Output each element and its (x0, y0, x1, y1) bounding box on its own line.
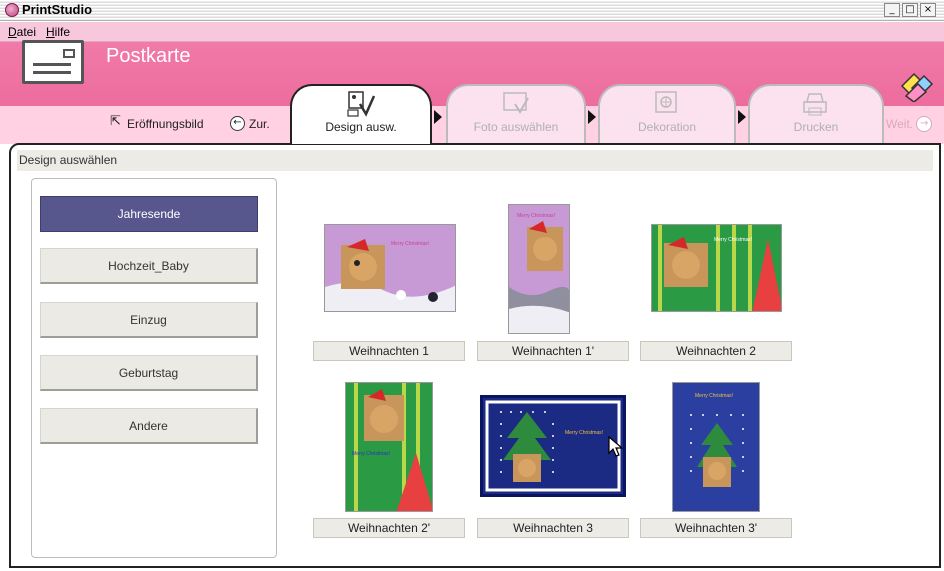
menu-bar: Datei Hilfe (0, 22, 944, 42)
svg-text:Merry Christmas!: Merry Christmas! (714, 237, 752, 243)
step-arrow-icon (588, 110, 596, 124)
design-caption[interactable]: Weihnachten 2' (313, 518, 465, 538)
home-up-icon: ⇱ (110, 114, 121, 129)
category-einzug[interactable]: Einzug (40, 302, 258, 338)
next-label: Weit. (886, 117, 914, 131)
menu-datei-rest: atei (16, 25, 37, 39)
menu-hilfe-rest: ilfe (54, 25, 71, 39)
design-thumb-weihnachten-3[interactable]: Merry Christmas! (480, 395, 626, 497)
close-button[interactable]: × (920, 3, 936, 17)
svg-text:Merry Christmas!: Merry Christmas! (517, 213, 555, 219)
design-thumb-weihnachten-3-prime[interactable]: Merry Christmas! (672, 382, 760, 512)
design-caption[interactable]: Weihnachten 3 (477, 518, 629, 538)
design-icon (346, 90, 376, 117)
postcard-icon (22, 40, 84, 84)
svg-text:Merry Christmas!: Merry Christmas! (352, 451, 390, 457)
menu-datei-mnemonic: D (8, 25, 17, 39)
design-preview-image: Merry Christmas! (483, 398, 623, 494)
tab-photo[interactable]: Foto auswählen (446, 84, 586, 144)
printer-icon (801, 90, 831, 116)
back-label: Zur. (249, 116, 270, 131)
design-thumb-weihnachten-1-prime[interactable]: Merry Christmas! (508, 204, 570, 334)
category-andere[interactable]: Andere (40, 408, 258, 444)
category-hochzeit-baby[interactable]: Hochzeit_Baby (40, 248, 258, 284)
back-link[interactable]: ← Zur. (230, 116, 270, 131)
decoration-icon (652, 90, 682, 116)
design-caption[interactable]: Weihnachten 1' (477, 341, 629, 361)
design-preview-image: Merry Christmas! (509, 205, 569, 333)
category-geburtstag[interactable]: Geburtstag (40, 355, 258, 391)
design-preview-image: Merry Christmas! (325, 225, 455, 311)
menu-datei[interactable]: Datei (8, 25, 36, 39)
page-title: Postkarte (106, 45, 191, 67)
tab-design[interactable]: Design ausw. (290, 84, 432, 144)
next-link[interactable]: Weit. → (886, 116, 933, 132)
design-thumb-weihnachten-2-prime[interactable]: Merry Christmas! (345, 382, 433, 512)
design-preview-image: Merry Christmas! (652, 225, 781, 311)
menu-hilfe[interactable]: Hilfe (46, 25, 70, 39)
app-logo-icon (900, 72, 934, 102)
step-arrow-icon (738, 110, 746, 124)
app-icon (5, 3, 19, 17)
menu-hilfe-mnemonic: H (46, 25, 55, 39)
design-caption[interactable]: Weihnachten 1 (313, 341, 465, 361)
opening-screen-link[interactable]: ⇱ Eröffnungsbild (108, 114, 204, 131)
design-thumb-weihnachten-2[interactable]: Merry Christmas! (651, 224, 782, 312)
tab-decoration[interactable]: Dekoration (598, 84, 736, 144)
tab-print-label: Drucken (793, 120, 839, 134)
window-title-bar[interactable]: PrintStudio _ □ × (0, 0, 944, 21)
photo-icon (501, 90, 531, 116)
minimize-button[interactable]: _ (884, 3, 900, 17)
forward-arrow-icon: → (916, 116, 933, 132)
back-arrow-icon: ← (230, 116, 245, 131)
category-jahresende[interactable]: Jahresende (40, 196, 258, 232)
design-caption[interactable]: Weihnachten 2 (640, 341, 792, 361)
tab-print[interactable]: Drucken (748, 84, 884, 144)
design-thumb-weihnachten-1[interactable]: Merry Christmas! (324, 224, 456, 312)
window-title: PrintStudio (22, 2, 93, 17)
svg-text:Merry Christmas!: Merry Christmas! (391, 241, 429, 247)
tab-photo-label: Foto auswählen (473, 120, 559, 134)
design-preview-image: Merry Christmas! (346, 383, 432, 511)
design-caption[interactable]: Weihnachten 3' (640, 518, 792, 538)
tab-design-label: Design ausw. (325, 120, 397, 134)
section-title: Design auswählen (17, 150, 933, 171)
svg-text:Merry Christmas!: Merry Christmas! (695, 393, 733, 399)
step-arrow-icon (434, 110, 442, 124)
mouse-cursor-icon (608, 436, 624, 457)
svg-text:Merry Christmas!: Merry Christmas! (565, 430, 603, 436)
maximize-button[interactable]: □ (902, 3, 918, 17)
design-preview-image: Merry Christmas! (673, 383, 759, 511)
tab-decoration-label: Dekoration (637, 120, 697, 134)
opening-screen-label: Eröffnungsbild (127, 116, 204, 131)
